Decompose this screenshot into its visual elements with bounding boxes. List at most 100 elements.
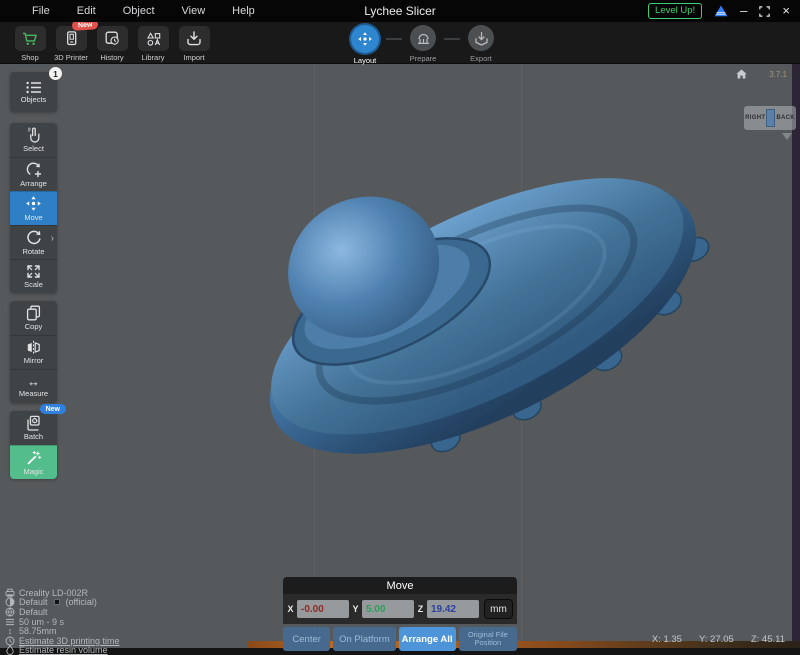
history-button[interactable]: History bbox=[96, 26, 128, 62]
batch-icon bbox=[26, 415, 42, 431]
objects-list-icon bbox=[25, 81, 42, 94]
drop-icon bbox=[5, 645, 15, 655]
unit-button[interactable]: mm bbox=[483, 599, 513, 619]
model-ufo[interactable] bbox=[238, 108, 728, 528]
y-axis-label: Y bbox=[352, 604, 359, 614]
home-icon[interactable] bbox=[736, 69, 747, 79]
batch-tool[interactable]: Batch bbox=[10, 411, 57, 445]
step-layout[interactable]: Layout bbox=[344, 25, 386, 65]
layout-move-icon bbox=[357, 31, 373, 47]
measure-tool[interactable]: ↔ Measure bbox=[10, 369, 57, 403]
right-back-watermark: RIGHT BACK bbox=[744, 106, 796, 130]
rotate-tool[interactable]: › Rotate bbox=[10, 225, 57, 259]
step-prepare[interactable]: Prepare bbox=[402, 25, 444, 63]
coord-y: Y: 27.05 bbox=[698, 634, 734, 645]
layers-icon bbox=[5, 617, 15, 627]
viewport-edge-strip bbox=[792, 64, 800, 655]
menu-view[interactable]: View bbox=[182, 5, 206, 17]
import-button[interactable]: Import bbox=[178, 26, 210, 62]
magic-tool[interactable]: Magic bbox=[10, 445, 57, 479]
workflow-steps: Layout Prepare Export bbox=[344, 25, 502, 65]
step-connector bbox=[386, 38, 402, 40]
toolbar: Shop New 3D Printer History Library Impo… bbox=[0, 19, 800, 65]
estimate-time-row[interactable]: Estimate 3D printing time bbox=[5, 636, 120, 646]
step-export[interactable]: Export bbox=[460, 25, 502, 63]
profile-row[interactable]: Default bbox=[5, 607, 120, 617]
history-icon bbox=[105, 31, 120, 46]
cart-icon bbox=[22, 32, 38, 46]
close-button[interactable]: × bbox=[782, 0, 790, 22]
step-connector bbox=[444, 38, 460, 40]
watermark-block bbox=[766, 109, 776, 127]
library-shapes-icon bbox=[146, 31, 161, 46]
app-title: Lychee Slicer bbox=[364, 4, 436, 18]
print-settings-summary: Creality LD-002R Default (official) Defa… bbox=[5, 588, 120, 655]
select-tool[interactable]: Select bbox=[10, 123, 57, 157]
printer-row[interactable]: Creality LD-002R bbox=[5, 588, 120, 598]
x-input[interactable] bbox=[296, 600, 349, 618]
move-panel-title: Move bbox=[283, 577, 517, 594]
z-input[interactable] bbox=[426, 600, 479, 618]
height-row: ↕ 58.75mm bbox=[5, 626, 120, 636]
clock-icon bbox=[5, 636, 15, 646]
watermark-pointer bbox=[782, 133, 792, 140]
rotate-flyout-chevron[interactable]: › bbox=[51, 233, 54, 244]
menu-file[interactable]: File bbox=[32, 5, 50, 17]
level-up-button[interactable]: Level Up! bbox=[648, 3, 703, 19]
mirror-icon bbox=[26, 340, 41, 355]
extra-tools-group: New Batch Magic bbox=[10, 404, 66, 479]
on-platform-button[interactable]: On Platform bbox=[333, 627, 396, 651]
batch-new-badge: New bbox=[39, 404, 66, 414]
transform-tools-group: Select Arrange Move › Rotate Scale bbox=[10, 123, 57, 293]
copy-icon bbox=[26, 305, 41, 321]
printer-button[interactable]: New 3D Printer bbox=[54, 19, 99, 62]
arrange-icon bbox=[26, 162, 42, 178]
viewport-3d[interactable]: 3.7.1 RIGHT BACK 1 Objects Select Arrang… bbox=[0, 64, 800, 655]
import-icon bbox=[186, 31, 202, 46]
printer-icon bbox=[5, 588, 15, 598]
titlebar: File Edit Object View Help Lychee Slicer… bbox=[0, 0, 800, 22]
coord-z: Z: 45.11 bbox=[750, 634, 785, 645]
version-label: 3.7.1 bbox=[769, 69, 787, 79]
cursor-coordinates: X: 1.35 Y: 27.05 Z: 45.11 bbox=[652, 634, 785, 645]
center-button[interactable]: Center bbox=[283, 627, 331, 651]
move-icon bbox=[25, 195, 42, 212]
objects-button[interactable]: 1 Objects bbox=[10, 67, 62, 112]
warning-triangle-icon[interactable] bbox=[714, 5, 728, 17]
maximize-button[interactable] bbox=[759, 5, 771, 17]
menu-help[interactable]: Help bbox=[232, 5, 255, 17]
coord-x: X: 1.35 bbox=[651, 634, 682, 645]
menu-edit[interactable]: Edit bbox=[77, 5, 96, 17]
rotate-icon bbox=[26, 230, 42, 246]
resin-contrast-icon bbox=[5, 597, 15, 607]
original-file-position-button[interactable]: Original File Position bbox=[458, 627, 517, 651]
arrange-all-button[interactable]: Arrange All bbox=[398, 627, 456, 651]
estimate-volume-row[interactable]: Estimate resin volume bbox=[5, 645, 120, 655]
library-button[interactable]: Library bbox=[137, 26, 169, 62]
menu-object[interactable]: Object bbox=[123, 5, 155, 17]
estimate-volume-link[interactable]: Estimate resin volume bbox=[19, 645, 108, 655]
profile-globe-icon bbox=[5, 607, 15, 617]
layer-row[interactable]: 50 um - 9 s bbox=[5, 617, 120, 627]
mirror-tool[interactable]: Mirror bbox=[10, 335, 57, 369]
estimate-time-link[interactable]: Estimate 3D printing time bbox=[19, 636, 120, 646]
move-tool[interactable]: Move bbox=[10, 191, 57, 225]
shop-button[interactable]: Shop bbox=[14, 26, 46, 62]
measure-arrows-icon: ↔ bbox=[27, 374, 40, 389]
tool-sidebar: 1 Objects Select Arrange Move › Rotate S… bbox=[10, 67, 66, 487]
export-icon bbox=[474, 31, 489, 46]
y-input[interactable] bbox=[361, 600, 414, 618]
z-axis-label: Z bbox=[417, 604, 424, 614]
resin-row[interactable]: Default (official) bbox=[5, 597, 120, 607]
scale-tool[interactable]: Scale bbox=[10, 259, 57, 293]
edit-tools-group: Copy Mirror ↔ Measure bbox=[10, 301, 57, 403]
magic-wand-icon bbox=[26, 450, 42, 466]
prepare-supports-icon bbox=[416, 31, 431, 45]
resin-color-swatch bbox=[53, 599, 60, 606]
objects-count-badge: 1 bbox=[49, 67, 62, 80]
scale-icon bbox=[26, 264, 41, 279]
copy-tool[interactable]: Copy bbox=[10, 301, 57, 335]
menubar: File Edit Object View Help bbox=[0, 5, 255, 17]
arrange-tool[interactable]: Arrange bbox=[10, 157, 57, 191]
minimize-button[interactable]: – bbox=[740, 0, 747, 22]
